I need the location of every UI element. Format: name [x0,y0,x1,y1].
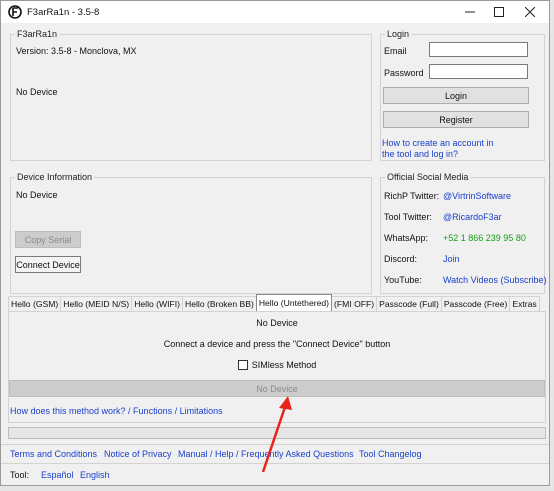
version-text: Version: 3.5-8 - Monclova, MX [16,46,137,56]
tab-hello-meid[interactable]: Hello (MEID N/S) [60,296,133,311]
title-bar: F3arRa1n - 3.5-8 [1,1,549,23]
maximize-icon [494,7,504,17]
discord-join-link[interactable]: Join [443,254,460,264]
device-info-title: Device Information [15,172,95,182]
tab-hello-untethered[interactable]: Hello (Untethered) [255,294,333,311]
social-label-youtube: YouTube: [384,275,422,285]
email-field[interactable] [429,42,528,57]
app-window: F3arRa1n - 3.5-8 F3arRa1n Version: 3.5-8… [0,0,550,486]
account-help-link[interactable]: How to create an account in the tool and… [382,138,494,160]
social-media-group: Official Social Media RichP Twitter: @Vi… [380,172,547,294]
richp-twitter-link[interactable]: @VirtrinSoftware [443,191,511,201]
account-help-link-line2: the tool and log in? [382,149,459,159]
main-info-group: F3arRa1n Version: 3.5-8 - Monclova, MX N… [10,29,372,161]
social-label-richp-twitter: RichP Twitter: [384,191,440,201]
login-group-title: Login [385,29,412,39]
password-field[interactable] [429,64,528,79]
language-spanish[interactable]: Español [41,470,74,480]
login-group: Login Email Password Login Register How … [380,29,545,161]
footer-separator [1,444,549,445]
language-english[interactable]: English [80,470,110,480]
minimize-icon [465,11,475,13]
method-info-link[interactable]: How does this method work? / Functions /… [10,406,223,416]
social-group-title: Official Social Media [385,172,471,182]
main-status-text: No Device [16,87,58,97]
terms-link[interactable]: Terms and Conditions [10,449,97,459]
close-icon [525,7,535,17]
social-label-discord: Discord: [384,254,418,264]
simless-checkbox[interactable] [237,360,248,370]
manual-help-link[interactable]: Manual / Help / Frequently Asked Questio… [178,449,354,459]
password-label: Password [384,68,424,78]
social-label-whatsapp: WhatsApp: [384,233,429,243]
tab-passcode-full[interactable]: Passcode (Full) [376,296,442,311]
copy-serial-button[interactable]: Copy Serial [15,231,81,248]
simless-checkbox-row[interactable]: SIMless Method [9,360,545,370]
simless-label: SIMless Method [251,360,317,370]
main-group-title: F3arRa1n [15,29,60,39]
panel-status-text: No Device [256,318,298,328]
changelog-link[interactable]: Tool Changelog [359,449,422,459]
youtube-link[interactable]: Watch Videos (Subscribe) [443,275,547,285]
method-tabs: Hello (GSM) Hello (MEID N/S) Hello (WIFI… [8,294,540,311]
tab-panel: No Device Connect a device and press the… [8,311,546,423]
device-info-status: No Device [16,190,58,200]
tool-twitter-link[interactable]: @RicardoF3ar [443,212,502,222]
no-device-action-button[interactable]: No Device [9,380,545,397]
privacy-link[interactable]: Notice of Privacy [104,449,172,459]
tab-hello-gsm[interactable]: Hello (GSM) [8,296,62,311]
tool-language-label: Tool: [10,470,30,480]
tab-fmi-off[interactable]: (FMI OFF) [331,296,378,311]
progress-bar [8,427,546,439]
panel-instruction-text: Connect a device and press the "Connect … [163,339,391,349]
login-button[interactable]: Login [383,87,529,104]
register-button[interactable]: Register [383,111,529,128]
close-button[interactable] [513,1,547,23]
app-logo-icon [7,4,23,20]
email-label: Email [384,46,407,56]
tab-hello-wifi[interactable]: Hello (WIFI) [131,296,184,311]
maximize-button[interactable] [482,1,516,23]
window-title: F3arRa1n - 3.5-8 [27,6,100,18]
connect-device-button[interactable]: Connect Device [15,256,81,273]
social-label-tool-twitter: Tool Twitter: [384,212,432,222]
tab-extras[interactable]: Extras [509,296,540,311]
tab-passcode-free[interactable]: Passcode (Free) [440,296,511,311]
account-help-link-line1: How to create an account in [382,138,494,148]
whatsapp-number[interactable]: +52 1 866 239 95 80 [443,233,526,243]
device-info-group: Device Information No Device Copy Serial… [10,172,372,294]
tab-hello-broken-bb[interactable]: Hello (Broken BB) [182,296,257,311]
footer-separator-2 [1,463,549,464]
